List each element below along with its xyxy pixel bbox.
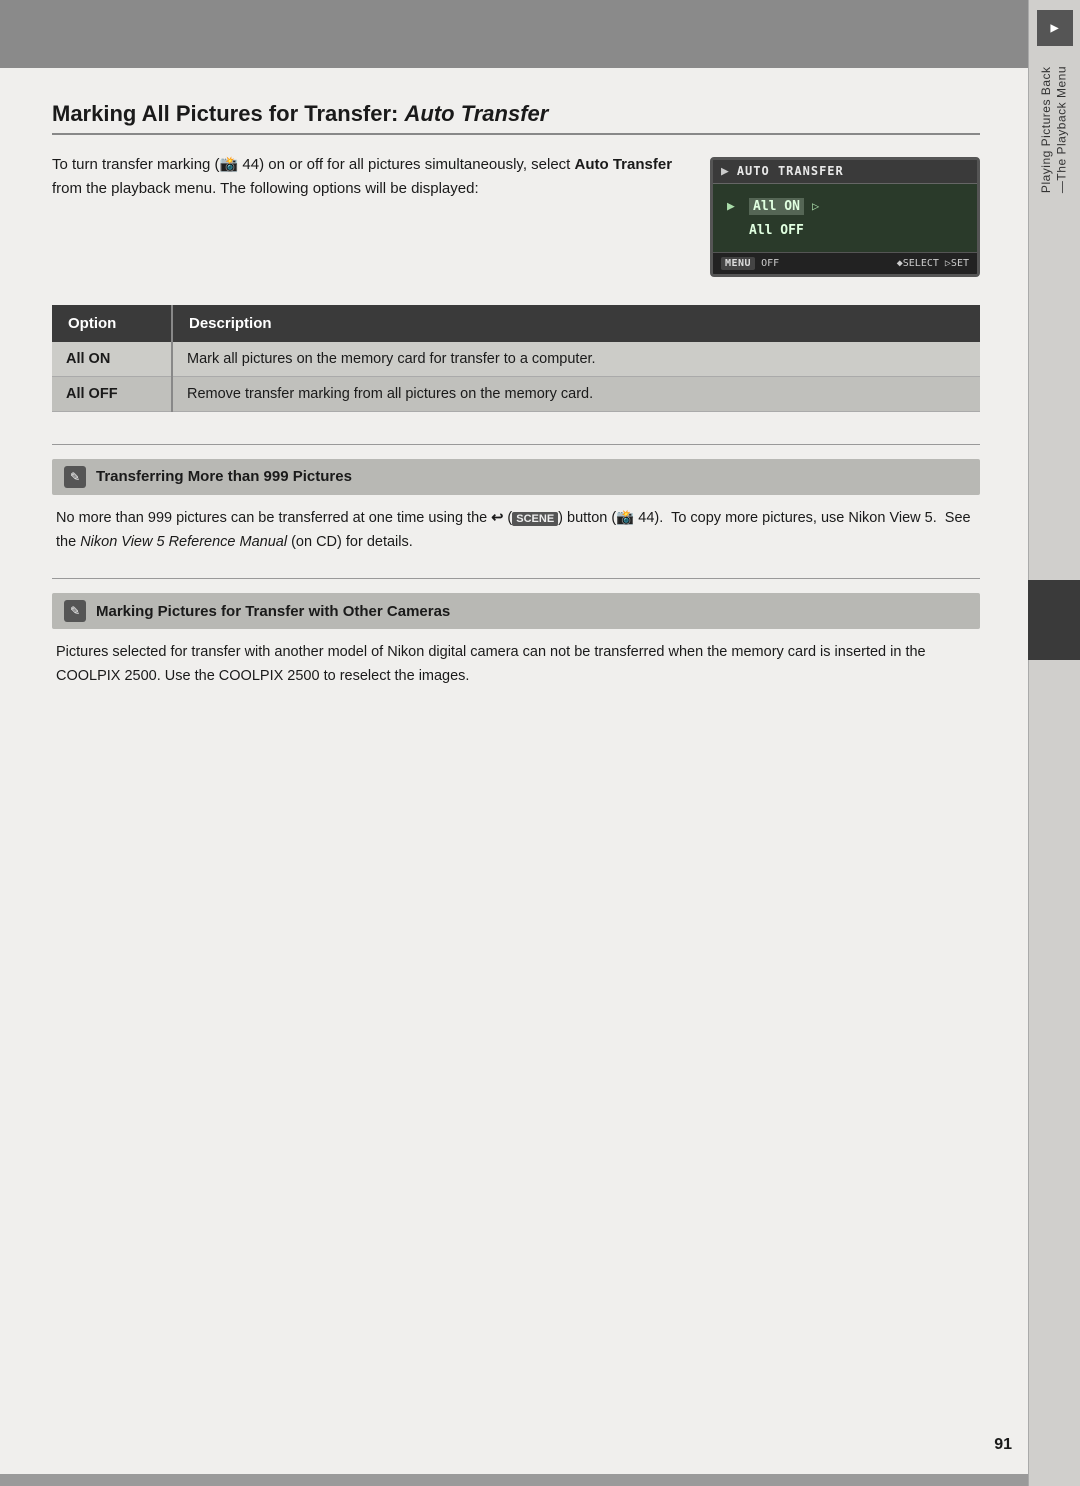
note1-icon: ✎ — [64, 466, 86, 488]
sidebar-dark-block — [1028, 580, 1080, 660]
section-title: Marking All Pictures for Transfer: Auto … — [52, 100, 980, 135]
top-bar — [0, 0, 1030, 68]
bottom-bar — [0, 1474, 1028, 1486]
intro-text: To turn transfer marking (📸 44) on or of… — [52, 153, 678, 203]
divider-2 — [52, 578, 980, 579]
lcd-select-text: ◆SELECT — [897, 258, 939, 269]
camera-lcd-mockup: ▶ AUTO TRANSFER ▶ All ON ▷ ▶ All OFF MEN… — [710, 157, 980, 277]
right-sidebar: ▶ Playing Pictures Back —The Playback Me… — [1028, 0, 1080, 1486]
lcd-body: ▶ All ON ▷ ▶ All OFF — [713, 184, 977, 252]
main-content: Marking All Pictures for Transfer: Auto … — [0, 68, 1028, 745]
note2-icon: ✎ — [64, 600, 86, 622]
table-cell-description: Remove transfer marking from all picture… — [172, 376, 980, 411]
lcd-row-arrow: ▶ — [727, 199, 741, 214]
lcd-row-alloff: ▶ All OFF — [725, 219, 965, 242]
table-cell-option: All ON — [52, 342, 172, 377]
table-row: All ONMark all pictures on the memory ca… — [52, 342, 980, 377]
note2-box: ✎ Marking Pictures for Transfer with Oth… — [52, 593, 980, 629]
lcd-option-arrow: ▷ — [812, 199, 819, 213]
lcd-option-allon: All ON — [749, 198, 804, 215]
lcd-play-icon: ▶ — [721, 164, 729, 179]
lcd-menu-btn: MENU — [721, 257, 755, 270]
table-cell-description: Mark all pictures on the memory card for… — [172, 342, 980, 377]
lcd-off-text: OFF — [761, 258, 779, 269]
header-option: Option — [52, 305, 172, 342]
header-description: Description — [172, 305, 980, 342]
note2-title: Marking Pictures for Transfer with Other… — [96, 603, 450, 620]
table-cell-option: All OFF — [52, 376, 172, 411]
intro-row: To turn transfer marking (📸 44) on or of… — [52, 153, 980, 277]
divider-1 — [52, 444, 980, 445]
sidebar-label: Playing Pictures Back —The Playback Menu — [1039, 66, 1070, 193]
lcd-row-allon: ▶ All ON ▷ — [725, 194, 965, 219]
note1-title: Transferring More than 999 Pictures — [96, 468, 352, 485]
lcd-option-alloff: All OFF — [749, 223, 804, 238]
lcd-title-bar: ▶ AUTO TRANSFER — [713, 160, 977, 184]
table-body: All ONMark all pictures on the memory ca… — [52, 342, 980, 412]
table-header-row: Option Description — [52, 305, 980, 342]
note1-body: No more than 999 pictures can be transfe… — [52, 507, 980, 555]
lcd-footer: MENU OFF ◆SELECT ▷SET — [713, 252, 977, 274]
options-table: Option Description All ONMark all pictur… — [52, 305, 980, 412]
table-row: All OFFRemove transfer marking from all … — [52, 376, 980, 411]
note2-body: Pictures selected for transfer with anot… — [52, 641, 980, 689]
lcd-title-text: AUTO TRANSFER — [737, 164, 844, 178]
page-number: 91 — [994, 1436, 1012, 1454]
note1-box: ✎ Transferring More than 999 Pictures — [52, 459, 980, 495]
lcd-set-text: ▷SET — [945, 258, 969, 269]
playback-icon: ▶ — [1037, 10, 1073, 46]
